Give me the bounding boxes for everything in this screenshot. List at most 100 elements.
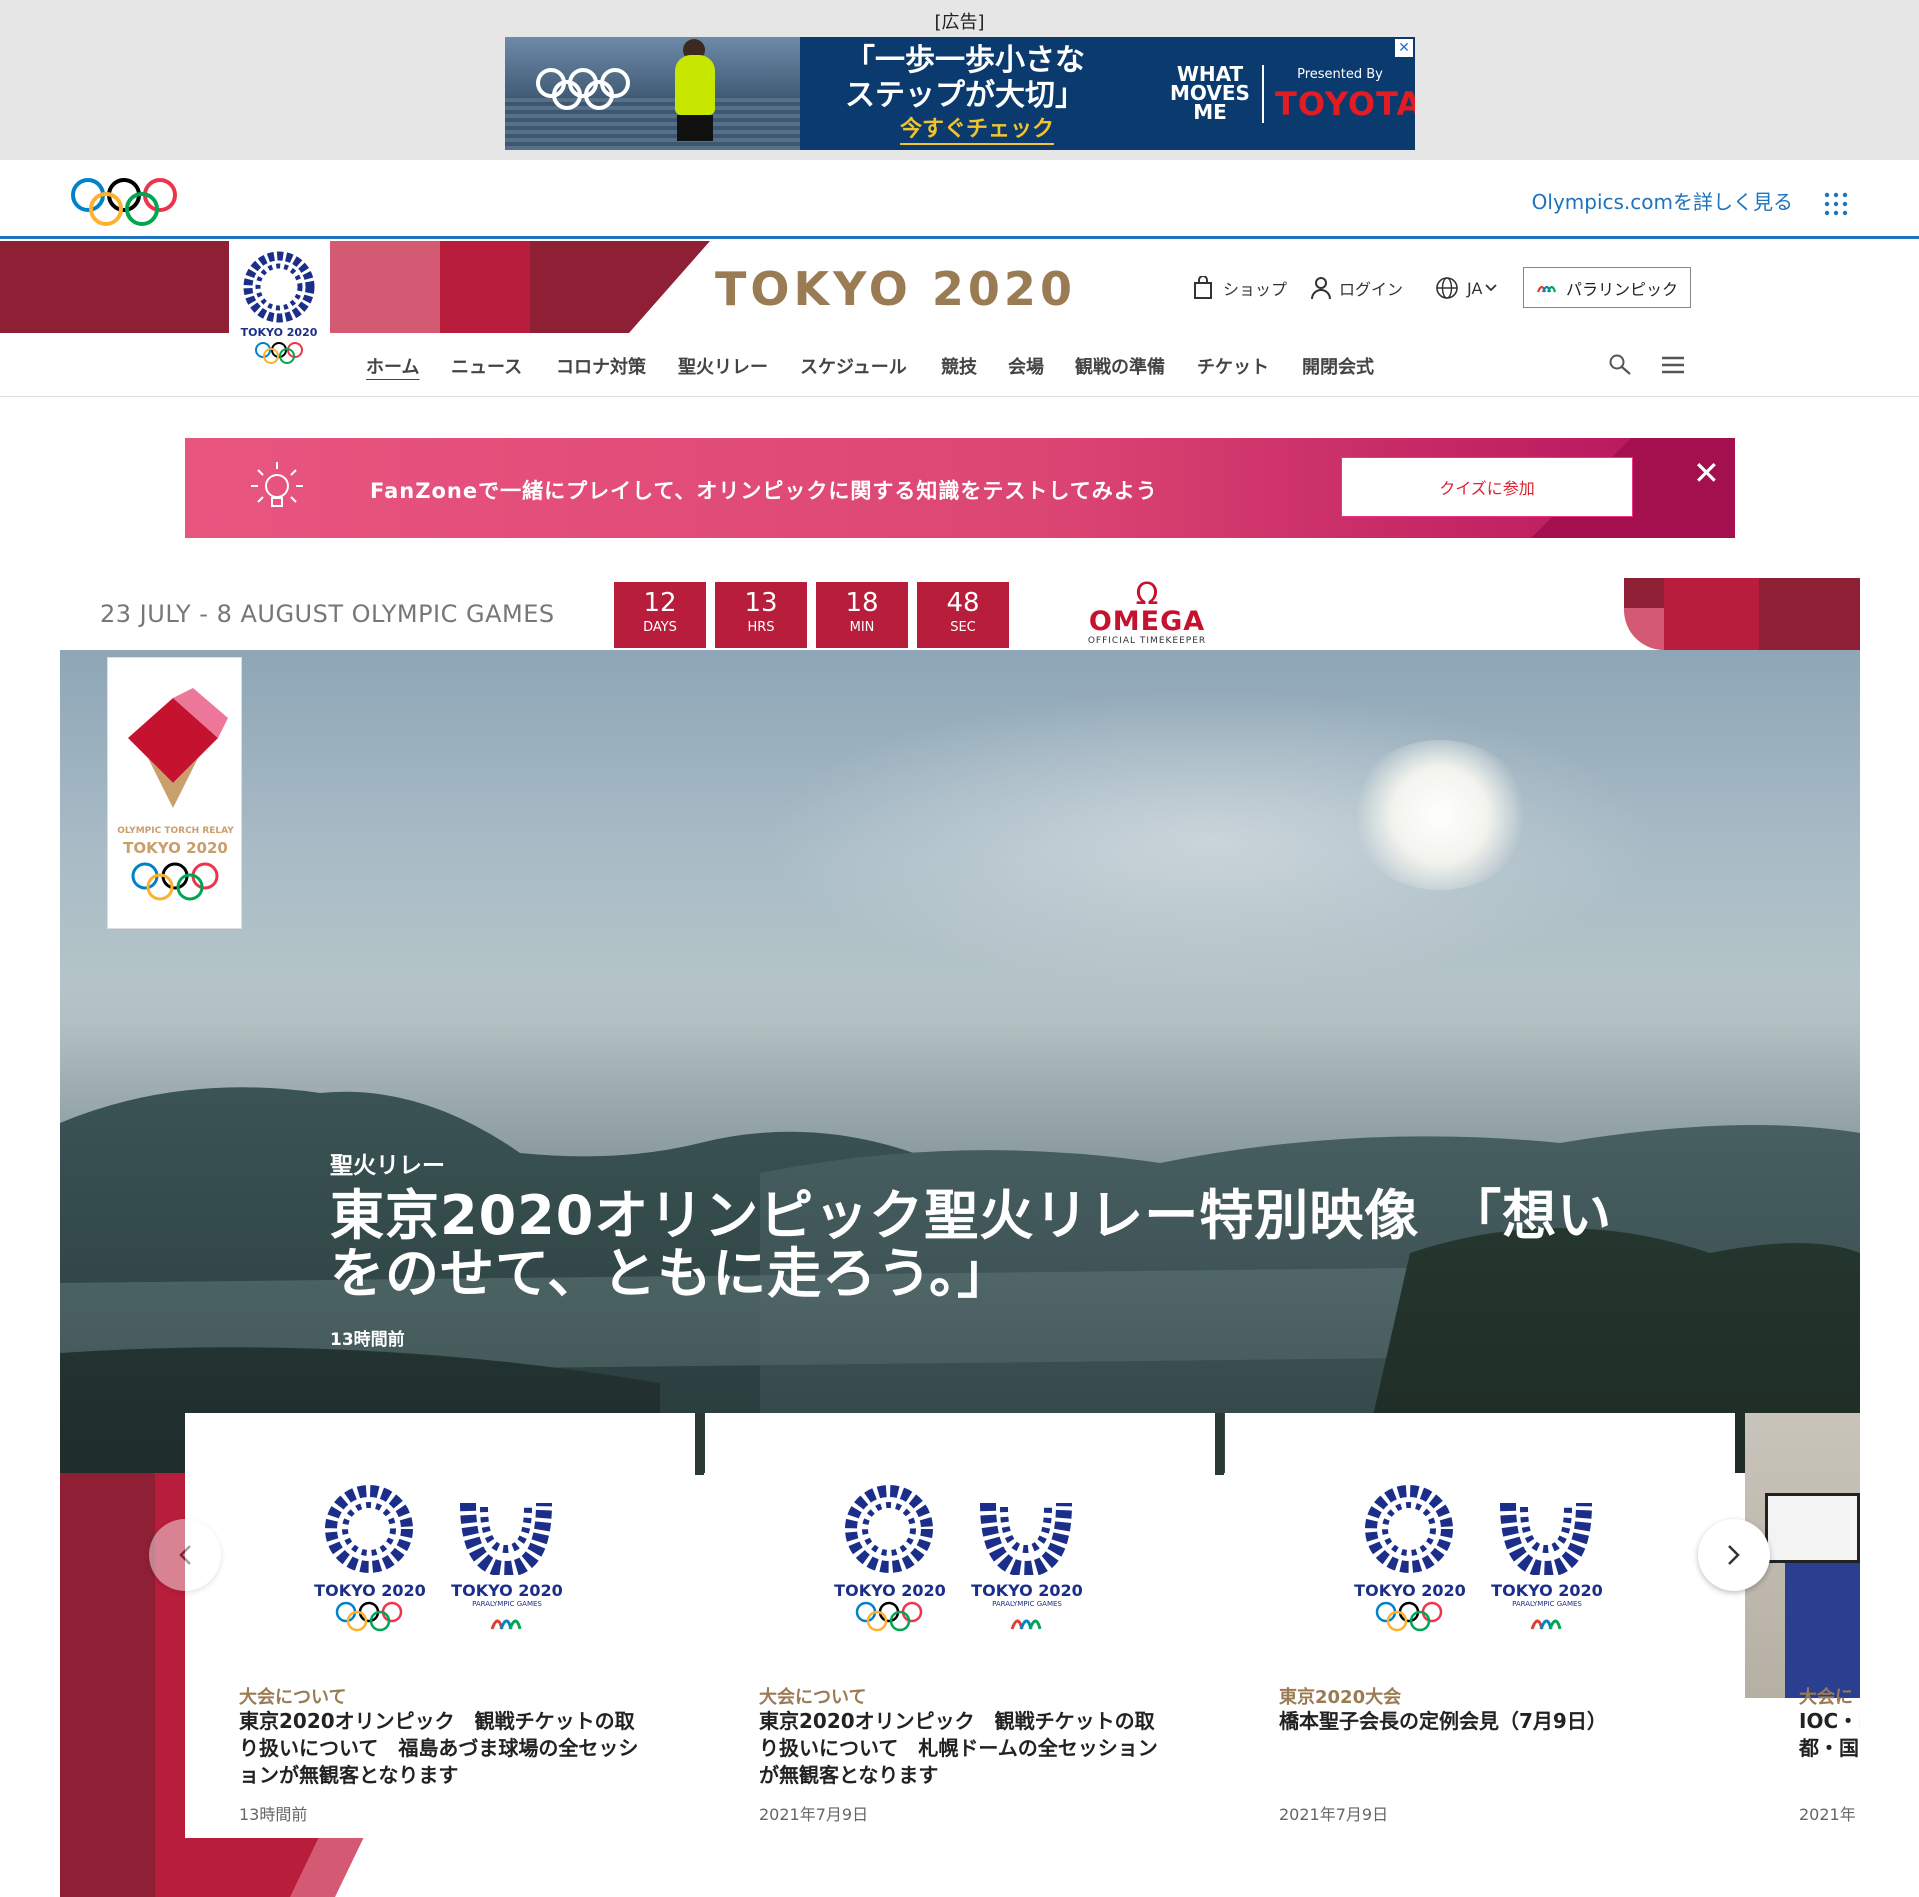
site-title[interactable]: TOKYO 2020	[715, 262, 1076, 316]
hero-title-line2: をのせて、ともに走ろう。」	[330, 1242, 1013, 1305]
paralympic-button[interactable]: パラリンピック	[1523, 267, 1691, 308]
hero-category[interactable]: 聖火リレー	[330, 1146, 445, 1180]
nav-item-covid[interactable]: コロナ対策	[556, 353, 646, 379]
card-paralympic-text: TOKYO 2020	[971, 1581, 1083, 1600]
card-category[interactable]: 大会について	[239, 1683, 346, 1709]
card-olympic-text: TOKYO 2020	[314, 1581, 426, 1600]
card-divider	[1215, 1413, 1224, 1475]
chevron-right-icon	[1728, 1545, 1740, 1565]
band-segment	[330, 241, 440, 333]
countdown-seconds: 48 SEC	[917, 582, 1009, 648]
card-paralympic-sub: PARALYMPIC GAMES	[1512, 1600, 1582, 1608]
countdown-hours-value: 13	[744, 588, 778, 618]
countdown-days-value: 12	[643, 588, 677, 618]
card-title[interactable]: 東京2020オリンピック 観戦チケットの取り扱いについて 札幌ドームの全セッショ…	[759, 1708, 1169, 1789]
apps-grid-icon[interactable]	[1824, 192, 1848, 216]
olympics-com-link[interactable]: Olympics.comを詳しく見る	[1532, 186, 1793, 215]
agitos-icon	[1010, 1619, 1042, 1630]
olympics-bar: Olympics.comを詳しく見る	[0, 160, 1919, 239]
shop-link[interactable]: ショップ	[1193, 276, 1287, 300]
card-category[interactable]: 東京2020大会	[1279, 1683, 1401, 1709]
countdown-minutes: 18 MIN	[816, 582, 908, 648]
card-title[interactable]: 東京2020オリンピック 観戦チケットの取り扱いについて 福島あづま球場の全セッ…	[239, 1708, 649, 1789]
ad-separator	[1262, 65, 1264, 123]
nav-item-venues[interactable]: 会場	[1008, 353, 1044, 379]
nav-item-torch-relay[interactable]: 聖火リレー	[678, 353, 768, 379]
join-quiz-button[interactable]: クイズに参加	[1341, 457, 1633, 517]
card-olympic-text: TOKYO 2020	[834, 1581, 946, 1600]
news-card[interactable]: TOKYO 2020 TOKYO 2020 PARALYMPIC GAMES 大…	[705, 1413, 1215, 1838]
ad-photo	[505, 37, 800, 150]
user-icon	[1311, 277, 1331, 300]
menu-icon[interactable]	[1661, 355, 1685, 375]
ad-bar: [広告] 「一歩一歩小さな ステップが大切」 今すぐチェック WHAT MOVE…	[0, 0, 1919, 160]
tokyo2020-olympic-emblem-icon	[1365, 1485, 1453, 1573]
countdown-decoration	[1624, 578, 1860, 650]
language-selector[interactable]: JA	[1435, 276, 1498, 300]
ad-banner[interactable]: 「一歩一歩小さな ステップが大切」 今すぐチェック WHAT MOVES ME …	[505, 37, 1415, 150]
carousel-next-button[interactable]	[1698, 1519, 1770, 1591]
olympic-rings-icon	[855, 1601, 923, 1632]
close-icon[interactable]: ✕	[1693, 454, 1720, 492]
nav-item-spectator-guide[interactable]: 観戦の準備	[1075, 353, 1165, 379]
tokyo2020-emblem-icon	[243, 251, 315, 323]
card-title[interactable]: 橋本聖子会長の定例会見（7月9日）	[1279, 1708, 1689, 1735]
nav-item-sports[interactable]: 競技	[941, 353, 977, 379]
countdown-hours-label: HRS	[747, 620, 775, 635]
news-card[interactable]: TOKYO 2020 TOKYO 2020 PARALYMPIC GAMES 東…	[1225, 1413, 1735, 1838]
card-paralympic-text: TOKYO 2020	[451, 1581, 563, 1600]
ad-slogan-line3: ME	[1193, 100, 1227, 124]
card-date: 13時間前	[239, 1805, 308, 1824]
chevron-down-icon	[1485, 284, 1498, 292]
card-paralympic-sub: PARALYMPIC GAMES	[992, 1600, 1062, 1608]
agitos-icon	[1530, 1619, 1562, 1630]
omega-icon: Ω	[1135, 577, 1159, 612]
hero-timestamp: 13時間前	[330, 1330, 405, 1350]
nav-item-home[interactable]: ホーム	[366, 353, 419, 379]
card-category[interactable]: 大会について	[759, 1683, 866, 1709]
ad-copy-line1: 「一歩一歩小さな	[845, 43, 1085, 78]
paralympic-label: パラリンピック	[1565, 279, 1678, 299]
card-title-line1: IOC・I	[1799, 1709, 1860, 1733]
news-card[interactable]: TOKYO 2020 TOKYO 2020 PARALYMPIC GAMES 大…	[185, 1413, 695, 1838]
header-color-band	[0, 241, 710, 333]
hero-title[interactable]: 東京2020オリンピック聖火リレー特別映像 「想い をのせて、ともに走ろう。」	[330, 1187, 1680, 1303]
torch-relay-emblem-icon	[128, 688, 228, 808]
torch-relay-line1: OLYMPIC TORCH RELAY	[117, 826, 234, 836]
ad-close-icon[interactable]: ✕	[1395, 39, 1413, 57]
fanzone-text: FanZoneで一緒にプレイして、オリンピックに関する知識をテストしてみよう	[370, 479, 1158, 503]
ad-athlete	[675, 55, 715, 115]
omega-sponsor[interactable]: Ω OMEGA OFFICIAL TIMEKEEPER	[1082, 577, 1212, 647]
ad-presented-by: Presented By	[1297, 67, 1383, 82]
carousel-prev-button[interactable]	[149, 1519, 221, 1591]
torch-relay-rings-icon	[131, 862, 219, 901]
tokyo2020-paralympic-emblem-icon	[460, 1502, 552, 1575]
countdown-minutes-value: 18	[845, 588, 879, 618]
search-icon[interactable]	[1608, 353, 1632, 377]
card-category[interactable]: 大会に	[1799, 1683, 1853, 1709]
olympic-rings-logo-icon[interactable]	[68, 176, 180, 228]
card-logos: TOKYO 2020 TOKYO 2020 PARALYMPIC GAMES	[1225, 1483, 1735, 1643]
nav-item-news[interactable]: ニュース	[451, 353, 522, 379]
band-segment	[440, 241, 530, 333]
ad-cta[interactable]: 今すぐチェック	[900, 111, 1055, 145]
nav-item-ceremonies[interactable]: 開閉会式	[1302, 353, 1374, 379]
ad-sponsor-logo: TOYOTA	[1275, 85, 1415, 123]
ad-olympic-rings-icon	[536, 68, 630, 110]
torch-relay-badge[interactable]: OLYMPIC TORCH RELAY TOKYO 2020	[107, 657, 242, 929]
news-card-peek[interactable]: 大会に IOC・I 都・国 2021年	[1745, 1413, 1860, 1838]
band-segment	[530, 241, 710, 333]
countdown-minutes-label: MIN	[849, 620, 875, 635]
tokyo2020-olympic-emblem-icon	[325, 1485, 413, 1573]
tokyo2020-paralympic-emblem-icon	[1500, 1502, 1592, 1575]
ad-copy-line2: ステップが大切」	[845, 78, 1085, 113]
ad-athlete-legs	[677, 115, 713, 141]
language-label: JA	[1467, 278, 1483, 298]
nav-item-tickets[interactable]: チケット	[1197, 353, 1269, 379]
login-link[interactable]: ログイン	[1311, 276, 1403, 300]
band-segment	[0, 241, 230, 333]
card-logos: TOKYO 2020 TOKYO 2020 PARALYMPIC GAMES	[705, 1483, 1215, 1643]
card-title[interactable]: IOC・I 都・国	[1799, 1708, 1860, 1762]
login-label: ログイン	[1339, 280, 1404, 299]
nav-item-schedule[interactable]: スケジュール	[800, 353, 907, 379]
